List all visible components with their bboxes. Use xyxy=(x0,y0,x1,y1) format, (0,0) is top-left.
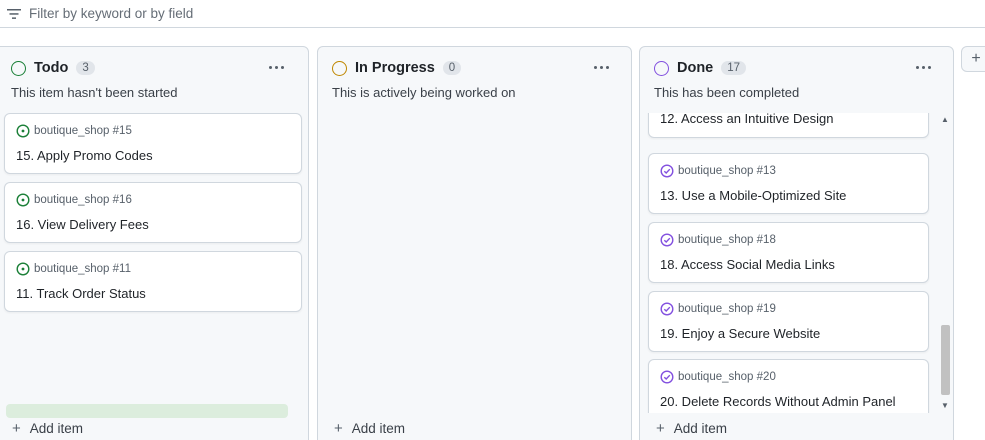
ellipsis-icon xyxy=(268,65,272,69)
column-menu-button[interactable] xyxy=(264,57,288,77)
card-repo-label[interactable]: boutique_shop #19 xyxy=(678,303,776,315)
scroll-thumb[interactable] xyxy=(941,325,950,395)
issue-open-icon xyxy=(16,262,30,276)
card-issue-15[interactable]: boutique_shop #15 15. Apply Promo Codes xyxy=(4,113,302,174)
ellipsis-icon xyxy=(915,65,919,69)
card-repo-label[interactable]: boutique_shop #11 xyxy=(34,263,131,275)
column-header: In Progress 0 This is actively being wor… xyxy=(318,47,631,113)
add-item-label: Add item xyxy=(351,421,406,436)
card-title[interactable]: 15. Apply Promo Codes xyxy=(16,148,153,163)
ellipsis-icon xyxy=(593,65,597,69)
card-title[interactable]: 20. Delete Records Without Admin Panel xyxy=(660,394,896,409)
card-issue-11[interactable]: boutique_shop #11 11. Track Order Status xyxy=(4,251,302,312)
column-title: In Progress xyxy=(355,60,435,76)
issue-closed-icon xyxy=(660,233,674,247)
card-issue-19[interactable]: boutique_shop #19 19. Enjoy a Secure Web… xyxy=(648,291,929,352)
column-menu-button[interactable] xyxy=(589,57,613,77)
card-issue-18[interactable]: boutique_shop #18 18. Access Social Medi… xyxy=(648,222,929,283)
issue-open-icon xyxy=(16,124,30,138)
column-in-progress: In Progress 0 This is actively being wor… xyxy=(317,46,632,440)
card-repo-label[interactable]: boutique_shop #13 xyxy=(678,165,776,177)
new-column-button[interactable]: + xyxy=(961,46,985,72)
column-description: This is actively being worked on xyxy=(332,85,516,100)
filter-input[interactable]: Filter by keyword or by field xyxy=(29,6,193,21)
done-status-icon xyxy=(654,60,669,76)
count-badge: 17 xyxy=(721,61,747,75)
issue-closed-icon xyxy=(660,302,674,316)
column-menu-button[interactable] xyxy=(911,57,935,77)
column-header: Todo 3 This item hasn't been started xyxy=(0,47,308,113)
card-repo-label[interactable]: boutique_shop #18 xyxy=(678,234,776,246)
plus-icon: + xyxy=(334,420,343,437)
add-item-label: Add item xyxy=(673,421,728,436)
card-title[interactable]: 18. Access Social Media Links xyxy=(660,257,835,272)
card-repo-label[interactable]: boutique_shop #15 xyxy=(34,125,132,137)
column-todo: Todo 3 This item hasn't been started bou… xyxy=(0,46,309,440)
filter-lines-icon xyxy=(7,7,21,21)
column-description: This has been completed xyxy=(654,85,800,100)
card-title[interactable]: 19. Enjoy a Secure Website xyxy=(660,326,820,341)
card-title[interactable]: 13. Use a Mobile-Optimized Site xyxy=(660,188,846,203)
issue-closed-icon xyxy=(660,164,674,178)
add-item-button[interactable]: + Add item xyxy=(656,420,727,437)
column-header: Done 17 This has been completed xyxy=(640,47,953,113)
project-board: Todo 3 This item hasn't been started bou… xyxy=(0,28,985,440)
plus-icon: + xyxy=(12,420,21,437)
todo-status-icon xyxy=(11,60,26,76)
card-title[interactable]: 11. Track Order Status xyxy=(16,286,146,301)
done-card-list[interactable]: 12. Access an Intuitive Design boutique_… xyxy=(640,113,953,413)
plus-icon: + xyxy=(656,420,665,437)
card-repo-label[interactable]: boutique_shop #20 xyxy=(678,371,776,383)
issue-closed-icon xyxy=(660,370,674,384)
column-description: This item hasn't been started xyxy=(11,85,178,100)
in-progress-status-icon xyxy=(332,60,347,76)
scroll-down-arrow-icon[interactable]: ▼ xyxy=(939,401,951,411)
add-item-button[interactable]: + Add item xyxy=(12,420,83,437)
column-done: Done 17 This has been completed 12. Acce… xyxy=(639,46,954,440)
card-title[interactable]: 16. View Delivery Fees xyxy=(16,217,149,232)
column-title: Done xyxy=(677,60,714,76)
count-badge: 3 xyxy=(76,61,95,75)
card-issue-20[interactable]: boutique_shop #20 20. Delete Records Wit… xyxy=(648,359,929,413)
card-title[interactable]: 12. Access an Intuitive Design xyxy=(660,113,833,126)
card-issue-13[interactable]: boutique_shop #13 13. Use a Mobile-Optim… xyxy=(648,153,929,214)
notification-banner xyxy=(6,404,288,418)
card-issue-16[interactable]: boutique_shop #16 16. View Delivery Fees xyxy=(4,182,302,243)
card-issue-12[interactable]: 12. Access an Intuitive Design xyxy=(648,113,929,138)
card-repo-label[interactable]: boutique_shop #16 xyxy=(34,194,132,206)
count-badge: 0 xyxy=(442,61,462,75)
column-title: Todo xyxy=(34,60,69,76)
filter-bar[interactable]: Filter by keyword or by field xyxy=(0,0,985,28)
add-item-label: Add item xyxy=(29,421,84,436)
vertical-scrollbar[interactable]: ▲ ▼ xyxy=(939,113,951,413)
scroll-up-arrow-icon[interactable]: ▲ xyxy=(939,115,951,125)
issue-open-icon xyxy=(16,193,30,207)
add-item-button[interactable]: + Add item xyxy=(334,420,405,437)
